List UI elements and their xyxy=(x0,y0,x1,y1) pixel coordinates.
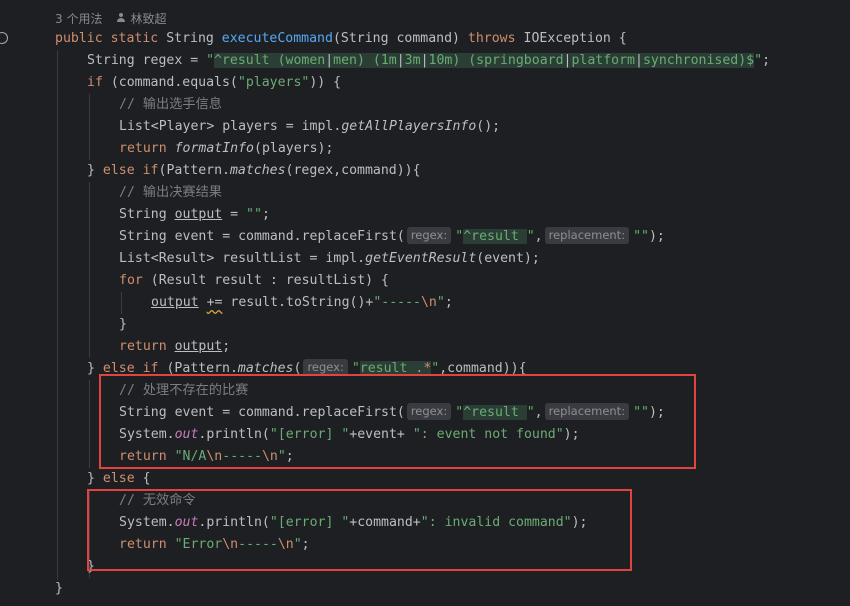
method-usage-gutter-icon[interactable] xyxy=(0,32,8,44)
code-line[interactable]: List<Player> players = impl.getAllPlayer… xyxy=(119,116,500,138)
highlight-box-invalid-command-branch xyxy=(87,489,632,571)
code-line[interactable]: output += result.toString()+"-----\n"; xyxy=(151,292,453,314)
author-hint[interactable]: 林致超 xyxy=(116,10,166,27)
parameter-hint: replacement: xyxy=(544,227,630,244)
code-line[interactable]: for (Result result : resultList) { xyxy=(119,270,389,292)
code-line[interactable]: return output; xyxy=(119,336,230,358)
regex-literal: ^result (women|men) (1m|3m|10m) (springb… xyxy=(214,53,755,68)
parameter-hint: regex: xyxy=(406,227,452,244)
code-line[interactable]: String event = command.replaceFirst(rege… xyxy=(119,226,665,248)
method-name: executeCommand xyxy=(221,31,333,46)
person-icon xyxy=(116,13,126,23)
code-line[interactable]: } else if(Pattern.matches(regex,command)… xyxy=(87,160,421,182)
indent-guide xyxy=(89,380,90,468)
code-comment[interactable]: // 输出选手信息 xyxy=(119,94,222,116)
warning-underline: += xyxy=(206,295,223,310)
highlight-box-not-found-branch xyxy=(99,374,696,469)
indent-guide xyxy=(121,292,122,314)
code-line[interactable]: } else { xyxy=(87,468,151,490)
code-line[interactable]: } xyxy=(55,578,63,600)
code-vision-hints: 3 个用法 林致超 xyxy=(55,9,166,27)
code-line[interactable]: if (command.equals("players")) { xyxy=(87,72,341,94)
indent-guide xyxy=(89,94,90,160)
code-comment[interactable]: // 输出决赛结果 xyxy=(119,182,222,204)
code-line-regex[interactable]: String regex = "^result (women|men) (1m|… xyxy=(87,50,770,72)
code-line[interactable]: String output = ""; xyxy=(119,204,270,226)
code-line-method-signature[interactable]: public static String executeCommand(Stri… xyxy=(55,28,627,50)
code-line[interactable]: } xyxy=(119,314,127,336)
indent-guide xyxy=(89,182,90,358)
code-line[interactable]: return formatInfo(players); xyxy=(119,138,333,160)
editor-gutter xyxy=(0,0,22,606)
code-line[interactable]: List<Result> resultList = impl.getEventR… xyxy=(119,248,540,270)
indent-guide xyxy=(57,50,58,580)
author-name: 林致超 xyxy=(130,11,167,26)
usages-hint[interactable]: 3 个用法 xyxy=(55,10,102,27)
